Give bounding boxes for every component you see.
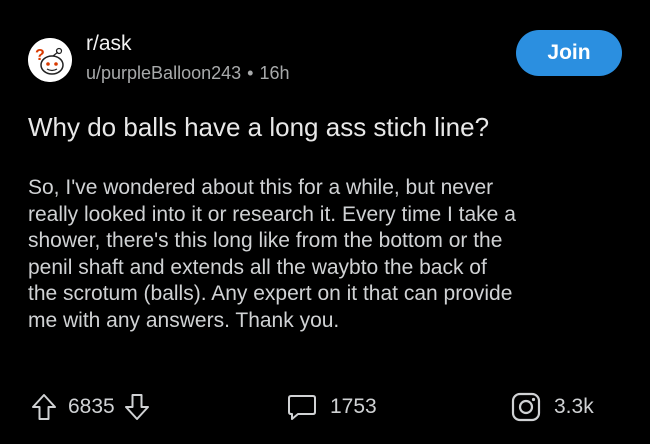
post-header: ? r/ask u/purpleBalloon243 • 16h Join xyxy=(28,30,622,90)
meta-separator: • xyxy=(247,63,254,83)
share-instagram-icon xyxy=(510,391,542,423)
subreddit-name[interactable]: r/ask xyxy=(86,32,132,56)
post-meta: u/purpleBalloon243 • 16h xyxy=(86,63,290,84)
author-name[interactable]: u/purpleBalloon243 xyxy=(86,63,241,83)
upvote-count: 6835 xyxy=(68,395,115,418)
comment-bubble-icon xyxy=(286,392,318,422)
post-title: Why do balls have a long ass stich line? xyxy=(28,112,490,142)
post-body: So, I've wondered about this for a while… xyxy=(28,175,628,334)
comments-button[interactable]: 1753 xyxy=(286,385,377,429)
post-age: 16h xyxy=(259,63,290,83)
vote-control: 6835 xyxy=(30,385,151,429)
share-count: 3.3k xyxy=(554,395,594,418)
share-button[interactable]: 3.3k xyxy=(510,385,594,429)
post-actions-bar: 6835 1753 3.3k xyxy=(0,385,650,429)
join-button[interactable]: Join xyxy=(516,30,622,76)
body-line: really looked into it or research it. Ev… xyxy=(28,202,516,226)
body-line: So, I've wondered about this for a while… xyxy=(28,176,494,199)
downvote-arrow-icon[interactable] xyxy=(123,392,151,422)
comment-count: 1753 xyxy=(330,395,377,418)
body-line: me with any answers. Thank you. xyxy=(28,308,340,332)
body-line: penil shaft and extends all the waybto t… xyxy=(28,255,487,279)
upvote-arrow-icon[interactable] xyxy=(30,392,58,422)
body-line: shower, there's this long like from the … xyxy=(28,229,503,252)
svg-text:?: ? xyxy=(35,47,45,64)
subreddit-avatar-icon[interactable]: ? xyxy=(28,38,72,82)
body-line: the scrotum (balls). Any expert on it th… xyxy=(28,282,513,305)
